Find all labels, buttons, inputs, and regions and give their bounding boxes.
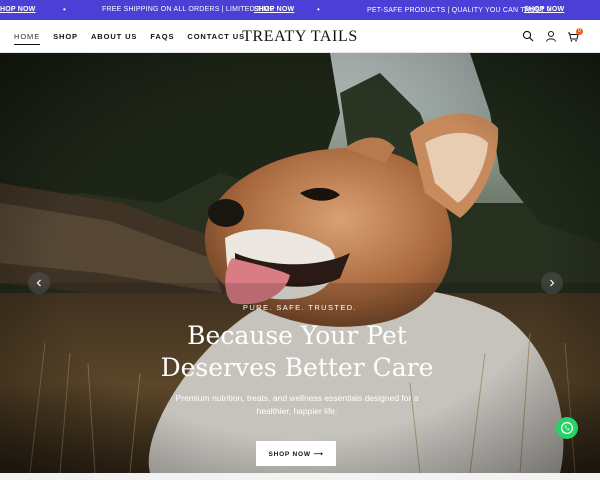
- announcement-link-left[interactable]: HOP NOW: [0, 6, 36, 13]
- whatsapp-chat-button[interactable]: [556, 417, 578, 439]
- whatsapp-icon: [560, 421, 574, 435]
- hero-headline-line-2: Deserves Better Care: [160, 353, 434, 382]
- hero-banner: PURE. SAFE. TRUSTED. Because Your Pet De…: [0, 53, 600, 473]
- account-icon[interactable]: [545, 30, 557, 42]
- search-icon[interactable]: [522, 30, 534, 42]
- separator-dot: •: [317, 5, 321, 14]
- chevron-left-icon: [36, 279, 41, 287]
- carousel-prev-button[interactable]: [28, 272, 50, 294]
- carousel-next-button[interactable]: [541, 272, 563, 294]
- site-logo[interactable]: TREATY TAILS: [0, 28, 600, 46]
- announcement-bar: HOP NOW • FREE SHIPPING ON ALL ORDERS | …: [0, 0, 600, 20]
- hero-headline-line-1: Because Your Pet: [187, 321, 407, 350]
- separator-dot: •: [63, 5, 67, 14]
- cart-count-badge: 0: [576, 28, 583, 35]
- hero-headline: Because Your Pet Deserves Better Care: [0, 320, 594, 384]
- shipping-link[interactable]: SHOP NOW: [254, 6, 294, 13]
- page-bottom-strip: [0, 473, 600, 480]
- hero-subtext: Premium nutrition, treats, and wellness …: [175, 393, 419, 416]
- shipping-text: FREE SHIPPING ON ALL ORDERS | LIMITED TI…: [102, 6, 275, 13]
- chevron-right-icon: [550, 279, 555, 287]
- shop-now-button[interactable]: SHOP NOW ⟶: [256, 441, 336, 466]
- hero-eyebrow: PURE. SAFE. TRUSTED.: [242, 303, 358, 312]
- quality-link[interactable]: SHOP NOW: [524, 6, 564, 13]
- site-header: HOME SHOP ABOUT US FAQS CONTACT US TREAT…: [0, 20, 600, 53]
